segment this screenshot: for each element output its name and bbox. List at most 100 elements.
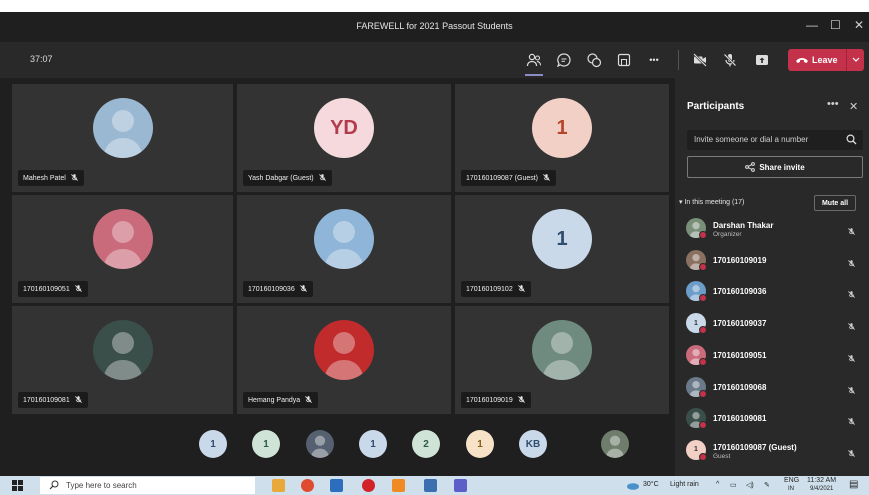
mic-off-icon[interactable] xyxy=(847,255,856,273)
participant-role: Guest xyxy=(713,452,731,460)
participant-name: 170160109019 xyxy=(713,255,767,265)
participant-row[interactable]: 170160109051 xyxy=(686,344,862,369)
speaker-icon[interactable]: ◁) xyxy=(746,481,754,489)
participant-name: Yash Dabgar (Guest) xyxy=(248,174,314,182)
overflow-participant-avatar[interactable]: 1 xyxy=(199,430,227,458)
video-tile[interactable]: 170160109019 xyxy=(455,306,669,414)
participant-row[interactable]: 1 170160109087 (Guest) Guest xyxy=(686,439,862,464)
participant-name: 170160109036 xyxy=(713,287,767,297)
mic-off-icon[interactable] xyxy=(847,445,856,463)
avatar-initials: YD xyxy=(330,116,358,139)
overflow-participant-avatar[interactable]: KB xyxy=(519,430,547,458)
network-icon[interactable]: ▭ xyxy=(730,481,737,489)
minimize-button[interactable]: — xyxy=(806,18,818,32)
taskbar-search-input[interactable]: Type here to search xyxy=(40,477,255,494)
video-tile[interactable]: Mahesh Patel xyxy=(12,84,233,192)
participant-name: 170160109102 xyxy=(466,285,513,293)
participant-name: Darshan Thakar xyxy=(713,221,774,230)
windows-start-icon[interactable] xyxy=(12,480,23,491)
participant-name: Mahesh Patel xyxy=(23,174,66,182)
participant-row[interactable]: 1 170160109037 xyxy=(686,313,862,337)
chevron-down-icon xyxy=(852,57,859,62)
in-meeting-label: In this meeting (17) xyxy=(684,199,745,206)
participant-row[interactable]: 170160109036 xyxy=(686,281,862,305)
calculator-icon[interactable] xyxy=(330,479,343,492)
taskbar-search-placeholder: Type here to search xyxy=(66,481,137,490)
participant-avatar xyxy=(314,320,374,380)
clock-time[interactable]: 11:32 AM xyxy=(807,477,836,484)
mic-off-icon xyxy=(74,395,83,406)
pen-icon[interactable]: ✎ xyxy=(764,481,770,489)
video-tile[interactable]: 170160109051 xyxy=(12,195,233,303)
mic-toggle[interactable] xyxy=(720,50,740,70)
toolbar-divider xyxy=(678,50,679,70)
panel-more-button[interactable]: ••• xyxy=(827,98,839,110)
opera-icon[interactable] xyxy=(362,479,375,492)
participant-name: 170160109087 (Guest) xyxy=(466,174,538,182)
overflow-participant-avatar[interactable]: 2 xyxy=(412,430,440,458)
overflow-participant-avatar[interactable]: 1 xyxy=(252,430,280,458)
mic-off-icon[interactable] xyxy=(847,382,856,400)
mic-off-icon[interactable] xyxy=(847,223,856,241)
overflow-participant-avatar[interactable] xyxy=(306,430,334,458)
vlc-icon[interactable] xyxy=(392,479,405,492)
chrome-icon[interactable] xyxy=(301,479,314,492)
search-icon xyxy=(49,480,59,490)
weather-temp: 30°C xyxy=(643,481,659,488)
weather-text[interactable]: Light rain xyxy=(670,481,699,488)
store-icon[interactable] xyxy=(424,479,437,492)
camera-off-icon xyxy=(693,53,707,67)
mic-off-icon xyxy=(542,173,551,184)
mic-off-icon[interactable] xyxy=(847,350,856,368)
overflow-participant-avatar[interactable]: 1 xyxy=(466,430,494,458)
video-tile[interactable]: 170160109036 xyxy=(237,195,451,303)
video-tile[interactable]: 1 170160109102 xyxy=(455,195,669,303)
presence-dot xyxy=(699,231,707,239)
leave-dropdown[interactable] xyxy=(846,49,864,71)
participant-row[interactable]: 170160109081 xyxy=(686,408,862,432)
notifications-icon[interactable]: ▤ xyxy=(849,479,858,490)
participant-row[interactable]: Darshan Thakar Organizer xyxy=(686,218,862,242)
overflow-participant-avatar[interactable] xyxy=(601,430,629,458)
mic-off-icon[interactable] xyxy=(847,413,856,431)
teams-icon[interactable] xyxy=(454,479,467,492)
file-explorer-icon[interactable] xyxy=(272,479,285,492)
maximize-button[interactable]: ☐ xyxy=(830,18,841,32)
video-tile[interactable]: Hemang Pandya xyxy=(237,306,451,414)
participant-row[interactable]: 170160109019 xyxy=(686,249,862,274)
video-tile[interactable]: 1 170160109087 (Guest) xyxy=(455,84,669,192)
participant-name: 170160109051 xyxy=(23,285,70,293)
mic-off-icon xyxy=(70,173,79,184)
participant-avatar xyxy=(92,209,153,269)
more-actions-button[interactable]: ••• xyxy=(644,50,664,70)
window-titlebar: FAREWELL for 2021 Passout Students — ☐ ✕ xyxy=(0,12,869,42)
meeting-toolbar: 37:07 ••• Leave xyxy=(0,42,869,78)
participant-row[interactable]: 170160109068 xyxy=(686,376,862,401)
rooms-button[interactable] xyxy=(614,50,634,70)
leave-button[interactable]: Leave xyxy=(788,49,864,71)
mute-all-button[interactable]: Mute all xyxy=(814,195,856,211)
participant-name-tag: Yash Dabgar (Guest) xyxy=(243,170,332,186)
participants-button[interactable] xyxy=(524,50,544,76)
participant-name: 170160109081 xyxy=(23,396,70,404)
camera-toggle[interactable] xyxy=(690,50,710,70)
invite-input[interactable]: Invite someone or dial a number xyxy=(687,130,863,150)
mic-off-icon[interactable] xyxy=(847,286,856,304)
rooms-icon xyxy=(617,53,631,67)
invite-placeholder: Invite someone or dial a number xyxy=(694,135,809,144)
video-tile[interactable]: 170160109081 xyxy=(12,306,233,414)
video-tile[interactable]: YD Yash Dabgar (Guest) xyxy=(237,84,451,192)
tray-chevron-up-icon[interactable]: ^ xyxy=(716,481,719,488)
share-screen-button[interactable] xyxy=(752,50,772,70)
video-stage: Mahesh Patel YD Yash Dabgar (Guest) 1 170160… xyxy=(0,78,675,476)
mic-off-icon[interactable] xyxy=(847,318,856,336)
in-meeting-section-toggle[interactable]: ▾ In this meeting (17) xyxy=(679,198,744,206)
language-indicator[interactable]: ENG xyxy=(784,477,799,484)
close-window-button[interactable]: ✕ xyxy=(854,18,864,32)
reactions-button[interactable] xyxy=(584,50,604,70)
overflow-participant-avatar[interactable]: 1 xyxy=(359,430,387,458)
share-invite-button[interactable]: Share invite xyxy=(687,156,863,178)
overflow-participant-strip: 1 1 1 2 1 KB xyxy=(0,418,675,476)
chat-button[interactable] xyxy=(554,50,574,70)
panel-close-button[interactable]: ✕ xyxy=(849,100,858,113)
